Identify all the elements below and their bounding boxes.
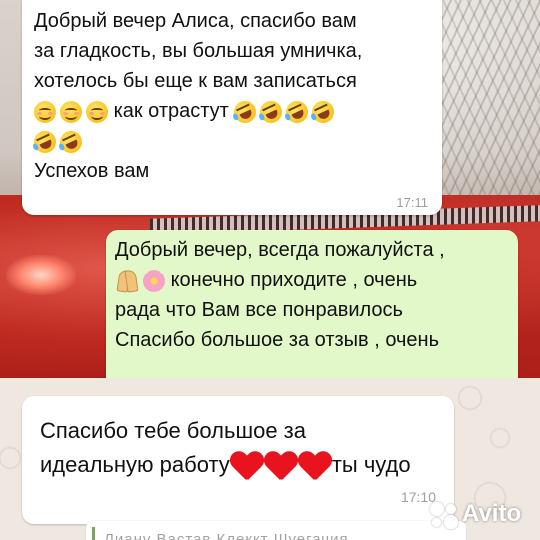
smiling-face-icon — [86, 100, 108, 123]
folded-hands-icon — [115, 270, 139, 292]
rofl-face-icon — [308, 97, 339, 127]
rofl-face-icon — [230, 97, 261, 127]
message-line: рада что Вам все понравилось — [115, 299, 403, 321]
message-line: хотелось бы еще к вам записаться — [34, 70, 357, 92]
message-inline-text: конечно приходите , очень — [170, 269, 418, 291]
rofl-face-icon — [30, 127, 60, 157]
incoming-message-bubble[interactable]: Спасибо тебе большое за идеальную работу… — [22, 396, 454, 524]
avito-watermark-text: Avito — [462, 500, 522, 527]
background-car-headlight — [6, 255, 76, 295]
avito-watermark: Avito — [430, 498, 534, 532]
chat-screenshot-top: Добрый вечер Алиса, спасибо вам за гладк… — [0, 0, 540, 378]
message-timestamp: 17:11 — [396, 195, 428, 210]
message-inline-text: как отрастут — [113, 100, 229, 122]
rofl-face-icon — [282, 97, 313, 127]
message-line: Спасибо тебе большое за — [40, 418, 306, 443]
rofl-face-icon — [256, 97, 287, 127]
smiling-face-icon — [60, 100, 82, 123]
message-emoji-line: как отрастут — [34, 96, 362, 127]
message-inline-text: ты чудо — [331, 452, 411, 477]
message-emoji-line: идеальную работу ты чудо — [40, 448, 411, 482]
message-line: Добрый вечер, всегда пожалуйста , — [115, 239, 445, 261]
message-inline-text: идеальную работу — [40, 452, 230, 477]
avito-logo-icon — [430, 502, 460, 530]
cherry-blossom-icon — [143, 269, 165, 292]
incoming-message-bubble[interactable]: Добрый вечер Алиса, спасибо вам за гладк… — [22, 0, 442, 215]
smiling-face-icon — [34, 100, 56, 123]
red-heart-icon — [230, 450, 264, 482]
red-heart-icon — [264, 450, 298, 482]
outgoing-message-bubble[interactable]: Добрый вечер, всегда пожалуйста , конечн… — [106, 230, 518, 378]
message-emoji-line — [30, 126, 362, 157]
message-emoji-line: конечно приходите , очень — [115, 265, 445, 295]
message-line: Спасибо большое за отзыв , очень — [115, 329, 440, 351]
message-line: Добрый вечер Алиса, спасибо вам — [34, 10, 357, 32]
rofl-face-icon — [56, 127, 86, 157]
reply-preview[interactable]: Лиану Вастав Клеккт Шуегачия — [86, 521, 466, 540]
red-heart-icon — [298, 450, 332, 482]
reply-preview-text: Лиану Вастав Клеккт Шуегачия — [104, 531, 349, 540]
message-line: Успехов вам — [34, 160, 150, 182]
message-line: за гладкость, вы большая умничка, — [34, 40, 363, 62]
